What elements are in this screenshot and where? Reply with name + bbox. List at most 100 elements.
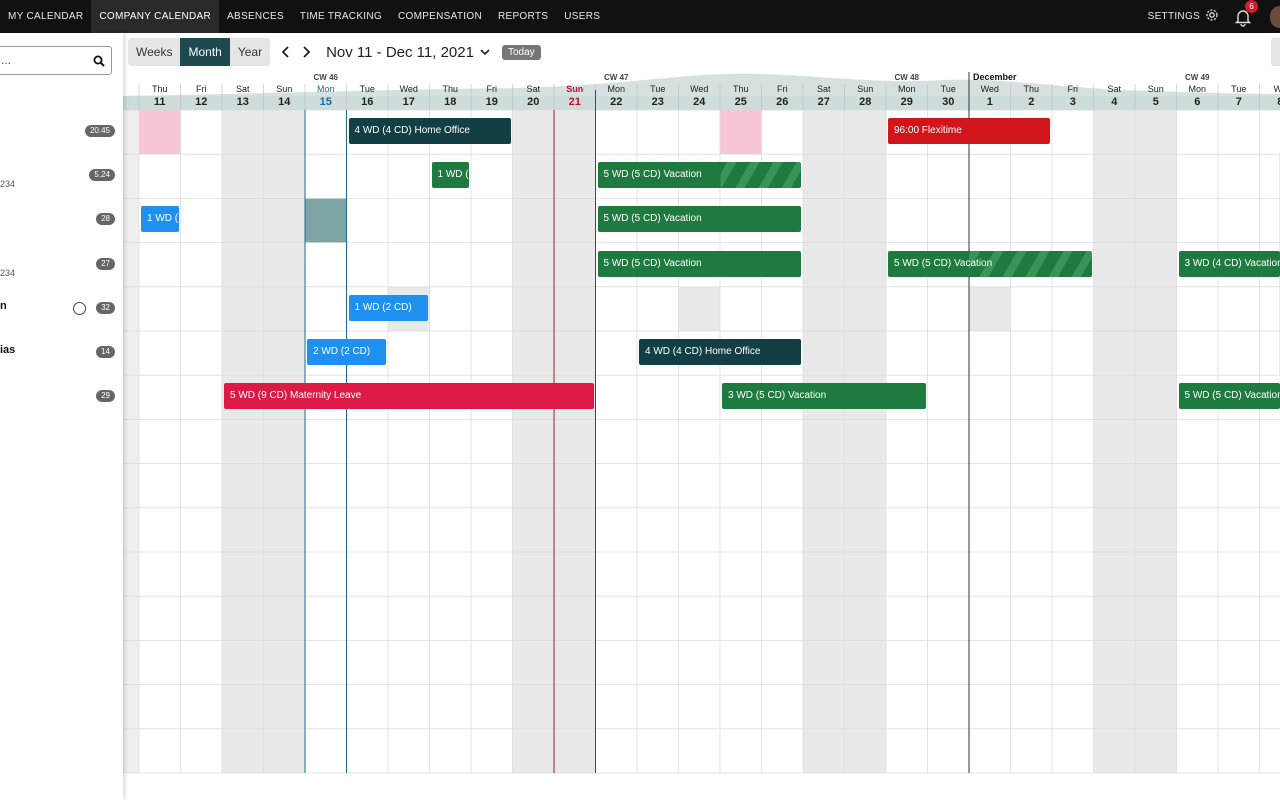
day-number-label[interactable]: 25: [735, 96, 747, 108]
calendar-week-label: CW 49: [1185, 73, 1210, 82]
day-of-week-label: Sat: [817, 84, 831, 94]
day-number-label[interactable]: 19: [486, 96, 498, 108]
notifications-button[interactable]: 6: [1234, 0, 1258, 27]
nav-item-absences[interactable]: ABSENCES: [219, 0, 292, 33]
day-of-week-label: Tue: [941, 84, 956, 94]
absence-bar-flexitime[interactable]: 96:00 Flexitime: [888, 118, 1050, 144]
day-number-label[interactable]: 14: [278, 96, 291, 108]
day-number-label[interactable]: 20: [527, 96, 539, 108]
day-number-label[interactable]: 30: [942, 96, 954, 108]
nav-item-time-tracking[interactable]: TIME TRACKING: [292, 0, 390, 33]
day-of-week-label: Wed: [690, 84, 708, 94]
day-of-week-label: We: [1274, 84, 1280, 94]
top-navigation: MY CALENDAR COMPANY CALENDAR ABSENCES TIME …: [0, 0, 1280, 33]
day-of-week-label: Tue: [650, 84, 665, 94]
absence-bar-vacation[interactable]: 5 WD (5 CD) Vacation: [888, 250, 1092, 277]
balance-badge: 5.24: [89, 169, 115, 182]
day-number-label[interactable]: 6: [1194, 96, 1200, 108]
absence-bar-blue[interactable]: 1 WD (: [141, 206, 179, 233]
user-row[interactable]: 234 5.24: [0, 154, 123, 198]
absence-bar-home-office[interactable]: 4 WD (4 CD) Home Office: [348, 118, 511, 144]
view-weeks-button[interactable]: Weeks: [128, 38, 180, 66]
nav-right: SETTINGS 6: [1148, 0, 1280, 33]
day-of-week-label: Sun: [1148, 84, 1164, 94]
day-number-label[interactable]: 13: [237, 96, 249, 108]
right-panel-tab[interactable]: [1271, 38, 1280, 66]
bell-icon: [1234, 9, 1252, 31]
absence-bar-blue[interactable]: 1 WD (2 CD): [348, 294, 428, 321]
day-number-label[interactable]: 21: [569, 96, 581, 108]
view-year-button[interactable]: Year: [230, 38, 270, 66]
shaded-cell-pink[interactable]: [720, 110, 762, 155]
settings-link[interactable]: SETTINGS: [1148, 7, 1220, 26]
day-number-label[interactable]: 16: [361, 96, 373, 108]
calendar-header: Thu 11 Fri 12 Sat 13 Sun 14 Mon 15 Tue 16 Wed 17 Thu 18…: [123, 70, 1280, 110]
absence-bar-home-office[interactable]: 4 WD (4 CD) Home Office: [639, 339, 801, 365]
day-of-week-label: Mon: [607, 84, 625, 94]
absence-bar-vacation[interactable]: 3 WD (4 CD) Vacation: [1178, 250, 1280, 277]
user-row[interactable]: 29: [0, 375, 123, 419]
day-number-label[interactable]: 23: [652, 96, 664, 108]
day-number-label[interactable]: 29: [901, 96, 913, 108]
calendar-toolbar: Weeks Month Year Nov 11 - Dec 11, 2021 Tod…: [128, 38, 541, 66]
date-range-picker[interactable]: Nov 11 - Dec 11, 2021: [326, 44, 490, 61]
day-of-week-label: Sun: [566, 84, 583, 94]
absence-bar-vacation[interactable]: 5 WD (5 CD) Vacation: [597, 206, 801, 233]
avatar[interactable]: [1270, 5, 1280, 28]
absence-bar-blue[interactable]: 2 WD (2 CD): [307, 339, 386, 365]
absence-bar-vacation[interactable]: 5 WD (5 CD) Vacation: [598, 162, 801, 189]
day-number-label[interactable]: 27: [818, 96, 830, 108]
status-circle-icon[interactable]: [73, 301, 86, 315]
day-number-label[interactable]: 1: [987, 96, 993, 108]
nav-item-my-calendar[interactable]: MY CALENDAR: [0, 0, 91, 33]
day-of-week-label: Wed: [400, 84, 418, 94]
next-button[interactable]: [296, 38, 316, 66]
search-input[interactable]: [1, 53, 81, 67]
day-number-label[interactable]: 4: [1111, 96, 1118, 108]
day-number-label[interactable]: 26: [776, 96, 788, 108]
shaded-cell-weekend[interactable]: [678, 286, 721, 331]
user-row[interactable]: 20.45: [0, 110, 123, 154]
user-row[interactable]: 234 27: [0, 243, 123, 287]
day-number-label[interactable]: 15: [320, 96, 332, 108]
day-number-label[interactable]: 24: [693, 96, 706, 108]
nav-item-users[interactable]: USERS: [556, 0, 608, 33]
previous-button[interactable]: [276, 38, 296, 66]
day-number-label[interactable]: 7: [1236, 96, 1242, 108]
shaded-cell-pink[interactable]: [139, 110, 181, 155]
day-number-label[interactable]: 18: [444, 96, 456, 108]
weekend-column: [1093, 110, 1135, 773]
calendar-week-label: CW 47: [604, 73, 629, 82]
user-subtitle: 234: [0, 179, 16, 190]
absence-bar-vacation[interactable]: 5 WD (5 CD) Vacation: [1178, 383, 1280, 410]
today-button[interactable]: Today: [501, 44, 541, 60]
shaded-cell-weekend[interactable]: [969, 286, 1011, 331]
day-number-label[interactable]: 28: [859, 96, 871, 108]
day-number-label[interactable]: 17: [403, 96, 415, 108]
user-row[interactable]: 28: [0, 198, 123, 242]
view-toggle: Weeks Month Year: [128, 38, 271, 66]
absence-bar-vacation[interactable]: 3 WD (5 CD) Vacation: [722, 383, 926, 410]
absence-bar-vacation[interactable]: 1 WD (: [431, 162, 469, 189]
day-number-label[interactable]: 2: [1028, 96, 1034, 108]
day-number-label[interactable]: 5: [1153, 96, 1159, 108]
absence-bar-maternity[interactable]: 5 WD (9 CD) Maternity Leave: [224, 383, 594, 410]
absence-bar-vacation[interactable]: 5 WD (5 CD) Vacation: [597, 250, 801, 277]
day-of-week-label: Sat: [1107, 84, 1121, 94]
day-number-label[interactable]: 11: [154, 96, 166, 108]
search-icon[interactable]: [93, 54, 105, 72]
view-month-button[interactable]: Month: [180, 38, 230, 66]
chevron-down-icon: [480, 49, 490, 56]
day-number-label[interactable]: 12: [195, 96, 207, 108]
shaded-cell-teal_block[interactable]: [305, 198, 347, 243]
day-number-label[interactable]: 22: [610, 96, 622, 108]
day-number-label[interactable]: 3: [1070, 96, 1076, 108]
user-row[interactable]: ias 14: [0, 331, 123, 375]
nav-item-compensation[interactable]: COMPENSATION: [390, 0, 490, 33]
calendar-week-label: CW 46: [314, 73, 339, 82]
search-box[interactable]: [0, 46, 112, 75]
day-of-week-label: Fri: [487, 84, 498, 94]
nav-item-company-calendar[interactable]: COMPANY CALENDAR: [91, 0, 220, 33]
nav-item-reports[interactable]: REPORTS: [490, 0, 556, 33]
user-row[interactable]: n 32: [0, 287, 123, 331]
